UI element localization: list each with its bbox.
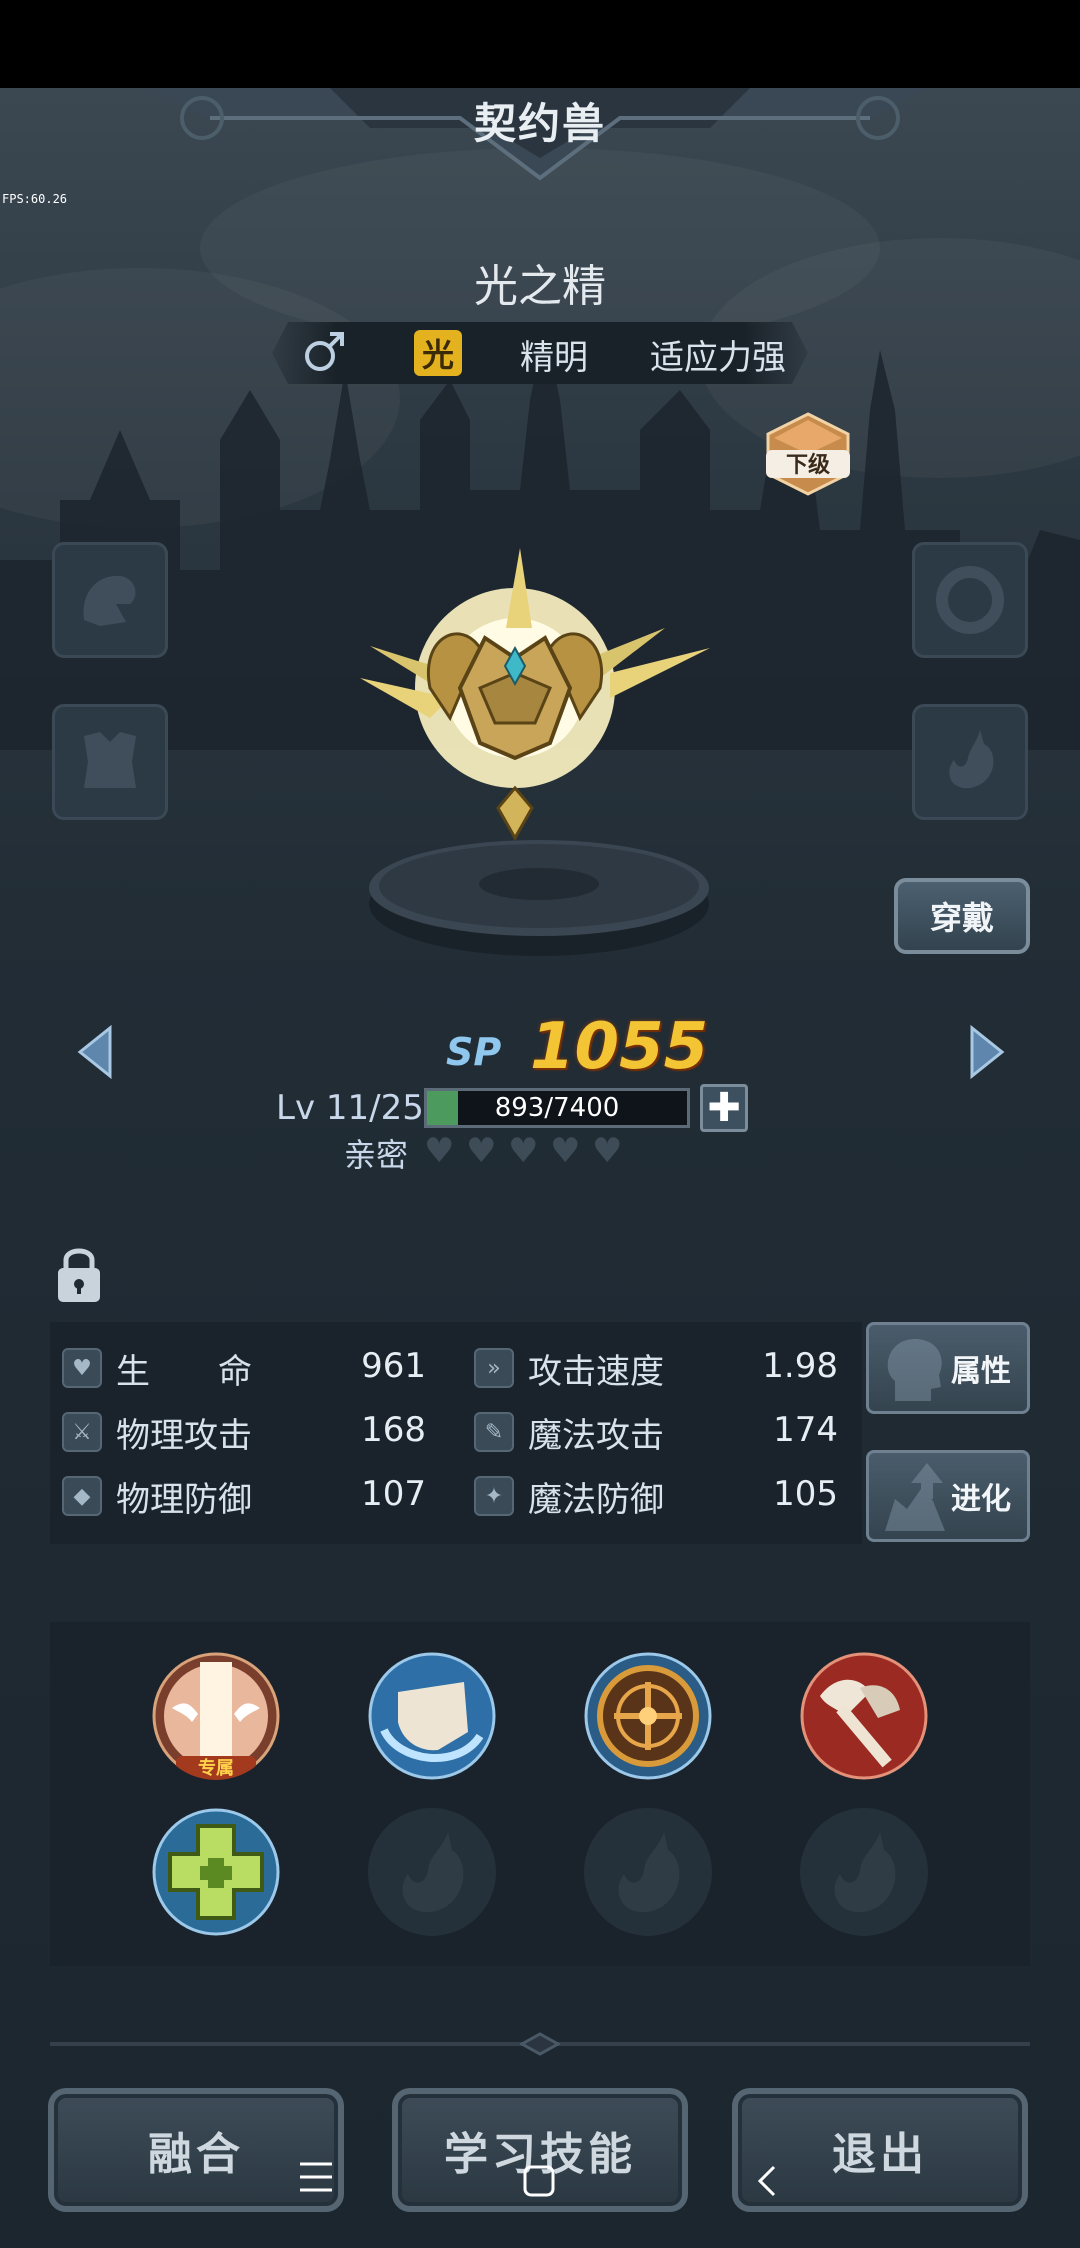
skill-slot-empty[interactable] (584, 1808, 712, 1936)
evolve-button[interactable]: 进化 (866, 1450, 1030, 1542)
back-icon[interactable] (756, 2164, 778, 2198)
trait-label: 适应力强 (650, 338, 786, 378)
heart-icon: ♥ (550, 1131, 581, 1171)
helmet-slot-icon (83, 575, 136, 626)
heart-icon: ♥ (466, 1131, 497, 1171)
ring-slot-icon (936, 566, 1004, 634)
locked-flame-icon (834, 1832, 896, 1913)
heart-icon: ♥ (62, 1348, 102, 1388)
stat-row: ⚔ 物理攻击 (62, 1406, 252, 1458)
fps-counter: FPS:60.26 (2, 192, 68, 206)
stat-name: 生 命 (116, 1351, 252, 1392)
stat-value: 105 (773, 1474, 838, 1514)
intimacy-label: 亲密 (344, 1136, 409, 1174)
wand-icon: ✎ (474, 1412, 514, 1452)
add-exp-button[interactable]: ✚ (700, 1084, 748, 1132)
skill-slot-rune-circle[interactable] (584, 1652, 712, 1780)
stat-row: ♥ 生 命 (62, 1342, 252, 1394)
equip-slot-ring[interactable] (912, 542, 1028, 658)
stat-value: 174 (773, 1410, 838, 1450)
equip-slot-amulet[interactable] (912, 704, 1028, 820)
page-title: 契约兽 (473, 99, 606, 148)
exclusive-skill-label: 专属 (198, 1757, 234, 1779)
armor-slot-icon (84, 732, 136, 788)
amulet-slot-icon (949, 730, 994, 789)
skill-slot-axe-strike[interactable] (800, 1652, 928, 1780)
beast-name: 光之精 (474, 261, 606, 312)
stat-name: 攻击速度 (528, 1351, 664, 1392)
status-bar (0, 0, 1080, 88)
next-beast-arrow-icon[interactable] (966, 1024, 1006, 1080)
stat-value: 961 (361, 1346, 426, 1386)
evolve-arrow-icon (885, 1463, 945, 1531)
grade-badge-label: 下级 (786, 452, 830, 478)
shield-icon: ◆ (62, 1476, 102, 1516)
stat-row: ✦ 魔法防御 (474, 1470, 664, 1522)
exp-bar: 893/7400 (424, 1088, 690, 1128)
previous-beast-arrow-icon[interactable] (76, 1024, 116, 1080)
home-icon[interactable] (522, 2164, 556, 2198)
stat-value: 1.98 (762, 1346, 838, 1386)
equip-slot-helmet[interactable] (52, 542, 168, 658)
pedestal (369, 840, 709, 956)
stat-name: 魔法防御 (528, 1479, 664, 1520)
stat-name: 物理防御 (116, 1479, 252, 1520)
stat-value: 168 (361, 1410, 426, 1450)
speed-icon: » (474, 1348, 514, 1388)
stat-row: » 攻击速度 (474, 1342, 664, 1394)
stat-name: 物理攻击 (116, 1415, 252, 1456)
element-badge: 光 (414, 330, 462, 376)
heart-icon: ♥ (592, 1131, 623, 1171)
equip-slot-armor[interactable] (52, 704, 168, 820)
locked-flame-icon (402, 1832, 464, 1913)
sword-icon: ⚔ (62, 1412, 102, 1452)
sp-label: SP (446, 1030, 502, 1074)
skill-slot-light-pillar[interactable]: 专属 (152, 1652, 280, 1780)
stat-row: ✎ 魔法攻击 (474, 1406, 664, 1458)
head-profile-icon (887, 1339, 942, 1401)
heart-icon: ♥ (508, 1131, 539, 1171)
evolve-button-label: 进化 (951, 1482, 1011, 1517)
grade-badge-icon: 下级 (766, 412, 850, 496)
light-spirit-creature-image (360, 548, 710, 842)
skill-slot-empty[interactable] (368, 1808, 496, 1936)
stat-name: 魔法攻击 (528, 1415, 664, 1456)
intimacy-hearts: ♥ ♥ ♥ ♥ ♥ (424, 1134, 628, 1168)
heart-icon: ♥ (424, 1131, 455, 1171)
divider-ornament (520, 2032, 560, 2056)
skill-slot-empty[interactable] (800, 1808, 928, 1936)
stat-row: ◆ 物理防御 (62, 1470, 252, 1522)
male-gender-icon (305, 332, 344, 371)
level-text: Lv 11/25 (276, 1088, 424, 1128)
sp-value: 1055 (530, 1010, 709, 1084)
star-icon: ✦ (474, 1476, 514, 1516)
wear-button[interactable]: 穿戴 (894, 878, 1030, 954)
stat-value: 107 (361, 1474, 426, 1514)
lock-icon[interactable] (54, 1242, 104, 1306)
exp-text: 893/7400 (494, 1093, 620, 1123)
skill-slot-heal[interactable] (152, 1808, 280, 1936)
plus-icon: ✚ (707, 1085, 741, 1131)
trait-label: 精明 (520, 338, 588, 378)
locked-flame-icon (618, 1832, 680, 1913)
skill-slot-wind-slash[interactable] (368, 1652, 496, 1780)
attributes-button[interactable]: 属性 (866, 1322, 1030, 1414)
attributes-button-label: 属性 (951, 1354, 1011, 1389)
recent-apps-icon[interactable] (298, 2160, 334, 2194)
